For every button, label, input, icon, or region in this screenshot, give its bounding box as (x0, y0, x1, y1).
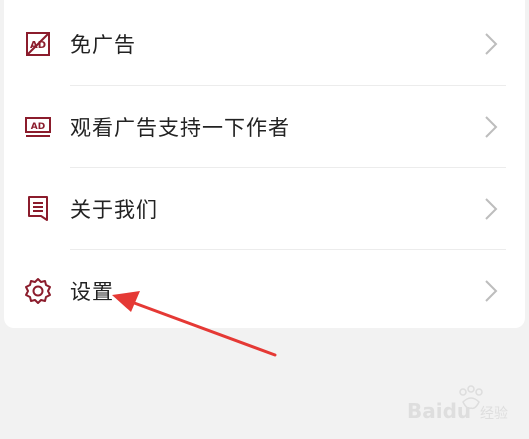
watermark-suffix: 经验 (480, 406, 508, 422)
annotation-arrow (112, 291, 277, 357)
watermark-brand: Baidu (407, 399, 471, 423)
baidu-watermark-logo: Baidu 经验 (407, 385, 508, 423)
